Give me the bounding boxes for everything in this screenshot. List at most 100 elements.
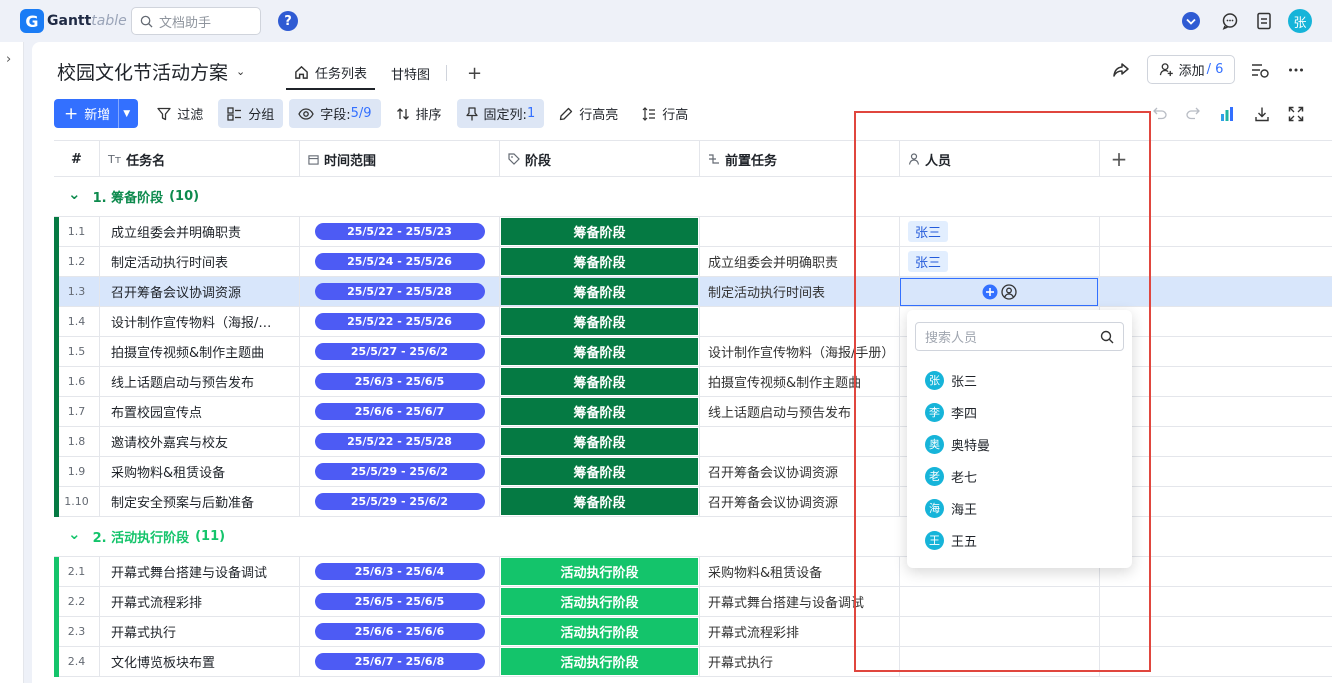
stage-cell[interactable]: 筹备阶段 <box>500 277 700 306</box>
time-range-cell[interactable]: 25/6/6 - 25/6/7 <box>300 397 500 426</box>
notification-dropdown-icon[interactable] <box>1181 11 1201 31</box>
task-name-cell[interactable]: 拍摄宣传视频&制作主题曲 <box>100 337 300 366</box>
chevron-down-icon[interactable]: ⌄ <box>68 525 81 543</box>
stage-cell[interactable]: 筹备阶段 <box>500 217 700 246</box>
tab-divider <box>446 65 448 81</box>
add-member-button[interactable]: 添加 / 6 <box>1147 55 1235 84</box>
task-name-cell[interactable]: 成立组委会并明确职责 <box>100 217 300 246</box>
stage-cell[interactable]: 筹备阶段 <box>500 427 700 456</box>
chevron-down-icon[interactable]: ⌄ <box>236 65 245 78</box>
time-range-cell[interactable]: 25/5/24 - 25/5/26 <box>300 247 500 276</box>
filter-button[interactable]: 过滤 <box>148 99 212 128</box>
sidebar-collapsed: › <box>0 42 24 683</box>
group-color-bar <box>54 557 59 587</box>
time-range-cell[interactable]: 25/5/29 - 25/6/2 <box>300 457 500 486</box>
stage-cell[interactable]: 筹备阶段 <box>500 397 700 426</box>
tag-icon <box>508 153 520 165</box>
date-range-pill: 25/6/6 - 25/6/7 <box>314 403 485 420</box>
fields-button[interactable]: 字段: 5/9 <box>289 99 381 128</box>
doc-assistant-search[interactable]: 文档助手 <box>131 7 261 35</box>
task-name-cell[interactable]: 布置校园宣传点 <box>100 397 300 426</box>
time-range-cell[interactable]: 25/5/22 - 25/5/23 <box>300 217 500 246</box>
expand-sidebar-icon[interactable]: › <box>6 52 11 67</box>
time-range-cell[interactable]: 25/6/5 - 25/6/5 <box>300 587 500 616</box>
group-count: (11) <box>195 529 226 544</box>
time-range-cell[interactable]: 25/6/3 - 25/6/5 <box>300 367 500 396</box>
chevron-down-icon[interactable]: ⌄ <box>68 185 81 203</box>
time-range-cell[interactable]: 25/5/27 - 25/5/28 <box>300 277 500 306</box>
fields-value: 5/9 <box>350 106 372 121</box>
time-range-cell[interactable]: 25/5/22 - 25/5/26 <box>300 307 500 336</box>
task-name-cell[interactable]: 文化博览板块布置 <box>100 647 300 676</box>
date-range-pill: 25/5/29 - 25/6/2 <box>314 463 485 480</box>
stage-cell[interactable]: 活动执行阶段 <box>500 587 700 616</box>
stage-cell[interactable]: 筹备阶段 <box>500 457 700 486</box>
col-header-time-range[interactable]: 时间范围 <box>300 141 500 177</box>
stage-cell[interactable]: 筹备阶段 <box>500 487 700 516</box>
date-range-pill: 25/5/22 - 25/5/28 <box>314 433 485 450</box>
time-range-cell[interactable]: 25/6/3 - 25/6/4 <box>300 557 500 586</box>
group-color-bar <box>54 247 59 277</box>
time-range-cell[interactable]: 25/6/7 - 25/6/8 <box>300 647 500 676</box>
user-avatar[interactable]: 张 <box>1288 9 1312 33</box>
checklist-icon[interactable] <box>1251 62 1269 82</box>
row-height-button[interactable]: 行高 <box>633 99 697 128</box>
group-color-bar <box>54 487 59 517</box>
task-name-cell[interactable]: 开幕式舞台搭建与设备调试 <box>100 557 300 586</box>
help-icon[interactable]: ? <box>278 11 298 31</box>
search-placeholder: 文档助手 <box>159 15 212 31</box>
stage-cell[interactable]: 筹备阶段 <box>500 337 700 366</box>
row-index: 1.9 <box>54 457 100 486</box>
pin-columns-button[interactable]: 固定列: 1 <box>456 99 545 128</box>
more-icon[interactable] <box>1288 62 1304 82</box>
stage-cell[interactable]: 筹备阶段 <box>500 307 700 336</box>
task-name-cell[interactable]: 制定安全预案与后勤准备 <box>100 487 300 516</box>
new-task-button[interactable]: + 新增 ▼ <box>54 99 139 128</box>
member-count: / 6 <box>1206 62 1224 77</box>
date-range-pill: 25/6/6 - 25/6/6 <box>314 623 485 640</box>
eye-icon <box>298 107 314 120</box>
stage-tag: 活动执行阶段 <box>501 588 698 615</box>
task-name-cell[interactable]: 制定活动执行时间表 <box>100 247 300 276</box>
task-name-cell[interactable]: 召开筹备会议协调资源 <box>100 277 300 306</box>
time-range-cell[interactable]: 25/5/29 - 25/6/2 <box>300 487 500 516</box>
app-logo[interactable]: G Gantt table <box>20 9 127 33</box>
task-name-cell[interactable]: 开幕式执行 <box>100 617 300 646</box>
time-range-cell[interactable]: 25/6/6 - 25/6/6 <box>300 617 500 646</box>
task-name-cell[interactable]: 采购物料&租赁设备 <box>100 457 300 486</box>
add-view-button[interactable]: + <box>455 63 494 84</box>
row-index: 1.6 <box>54 367 100 396</box>
doc-title[interactable]: 校园文化节活动方案 ⌄ <box>57 58 245 85</box>
stage-cell[interactable]: 筹备阶段 <box>500 367 700 396</box>
task-name-cell[interactable]: 邀请校外嘉宾与校友 <box>100 427 300 456</box>
sort-label: 排序 <box>415 108 442 123</box>
task-name-cell[interactable]: 开幕式流程彩排 <box>100 587 300 616</box>
col-header-stage[interactable]: 阶段 <box>500 141 700 177</box>
stage-cell[interactable]: 活动执行阶段 <box>500 647 700 676</box>
stage-cell[interactable]: 活动执行阶段 <box>500 617 700 646</box>
tab-gantt[interactable]: 甘特图 <box>383 56 438 90</box>
col-header-task-name[interactable]: Tт 任务名 <box>100 141 300 177</box>
fullscreen-icon[interactable] <box>1288 106 1304 126</box>
stage-cell[interactable]: 筹备阶段 <box>500 247 700 276</box>
share-icon[interactable] <box>1112 62 1130 82</box>
tab-task-list[interactable]: 任务列表 <box>286 56 376 90</box>
time-range-cell[interactable]: 25/5/27 - 25/6/2 <box>300 337 500 366</box>
task-name-cell[interactable]: 线上话题启动与预告发布 <box>100 367 300 396</box>
row-highlight-button[interactable]: 行高亮 <box>550 99 627 128</box>
group-button[interactable]: 分组 <box>218 99 284 128</box>
chat-icon[interactable] <box>1220 11 1240 31</box>
stage-cell[interactable]: 活动执行阶段 <box>500 557 700 586</box>
task-name-cell[interactable]: 设计制作宣传物料（海报/… <box>100 307 300 336</box>
time-range-cell[interactable]: 25/5/22 - 25/5/28 <box>300 427 500 456</box>
group-label: 1. 筹备阶段 <box>92 191 164 206</box>
download-icon[interactable] <box>1254 106 1270 126</box>
view-tabs: 任务列表 甘特图 + <box>286 56 494 90</box>
undo-icon[interactable] <box>1153 106 1167 124</box>
redo-icon[interactable] <box>1186 106 1200 124</box>
row-height-label: 行高 <box>662 108 689 123</box>
sort-button[interactable]: 排序 <box>387 99 451 128</box>
document-icon[interactable] <box>1254 11 1274 31</box>
stats-icon[interactable] <box>1219 106 1235 126</box>
chevron-down-icon[interactable]: ▼ <box>123 109 130 119</box>
